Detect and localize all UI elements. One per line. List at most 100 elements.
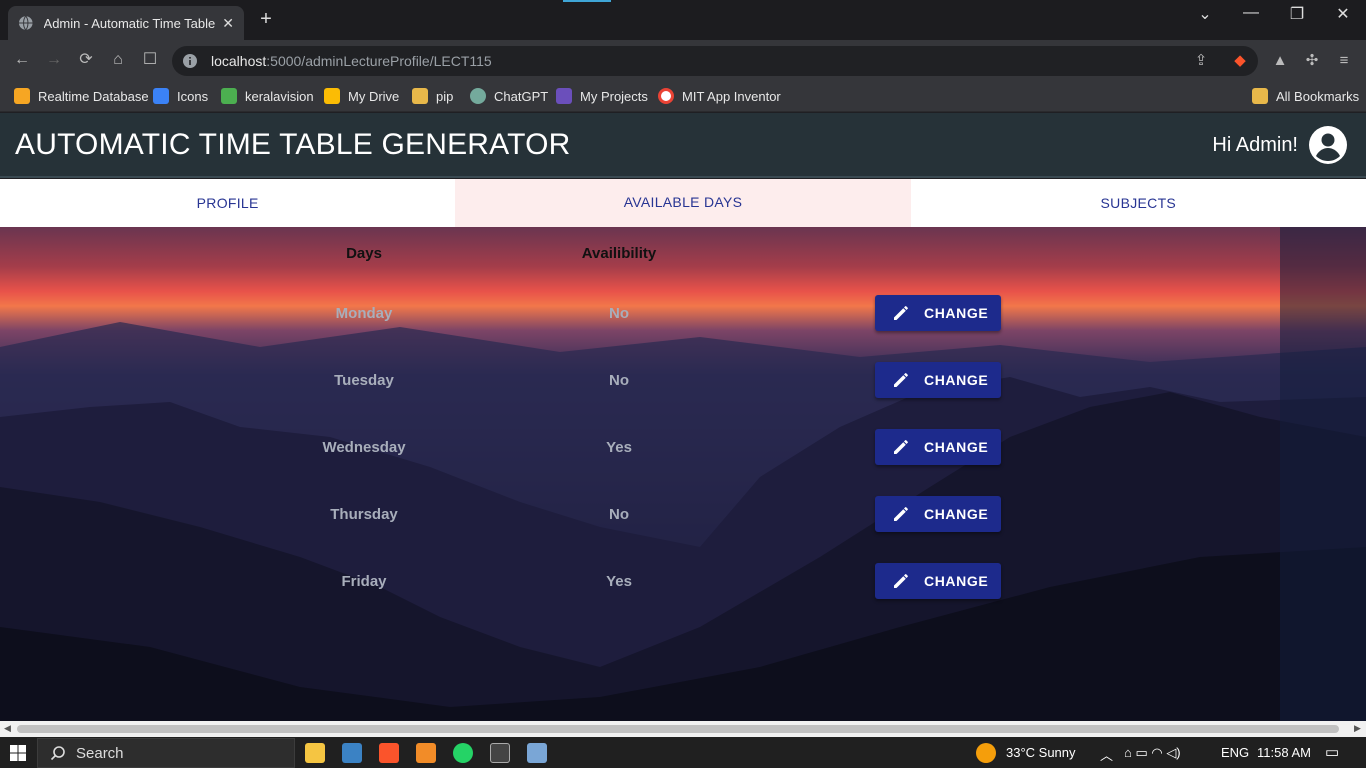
google-icon — [658, 88, 674, 104]
change-button[interactable]: CHANGE — [875, 563, 1001, 599]
header-availability: Availibility — [581, 245, 657, 262]
bookmark-item[interactable]: My Drive — [324, 87, 399, 105]
availability-cell: No — [609, 305, 629, 322]
tray-icons[interactable]: ⌂ ▭ ◠ ◁) — [1124, 745, 1181, 761]
edit-icon — [894, 507, 908, 521]
availability-panel: Days Availibility Monday No CHANGE Tuesd… — [0, 227, 1366, 721]
change-button[interactable]: CHANGE — [875, 496, 1001, 532]
bookmark-item[interactable]: pip — [412, 87, 453, 105]
app-title: AUTOMATIC TIME TABLE GENERATOR — [15, 128, 571, 161]
section-tabs: PROFILE AVAILABLE DAYS SUBJECTS — [0, 179, 1366, 227]
folder-icon — [1252, 88, 1268, 104]
close-window-icon[interactable]: ✕ — [1328, 4, 1358, 24]
back-icon[interactable]: ← — [11, 49, 33, 71]
edit-icon — [894, 306, 908, 320]
terminal-icon[interactable] — [490, 743, 510, 763]
clock[interactable]: 11:58 AM — [1257, 745, 1311, 760]
change-button[interactable]: CHANGE — [875, 362, 1001, 398]
new-tab-button[interactable]: + — [256, 8, 276, 31]
keralavision-icon — [221, 88, 237, 104]
globe-icon — [18, 15, 33, 31]
edit-icon — [894, 440, 908, 454]
forward-icon[interactable]: → — [43, 49, 65, 71]
notifications-icon[interactable]: ▭ — [1325, 743, 1339, 761]
firebase-icon — [14, 88, 30, 104]
change-button[interactable]: CHANGE — [875, 295, 1001, 331]
projects-icon — [556, 88, 572, 104]
url-host: localhost — [211, 53, 267, 69]
scroll-left-icon[interactable]: ◀ — [4, 723, 11, 734]
bookmarks-bar: Realtime Database Icons keralavision My … — [0, 80, 1366, 112]
horizontal-scrollbar[interactable]: ◀ ▶ — [0, 721, 1366, 737]
availability-cell: No — [609, 506, 629, 523]
taskbar: Search 33°C Sunny ︿ ⌂ ▭ ◠ ◁) ENG 11:58 A… — [0, 737, 1366, 768]
url-path: :5000/adminLectureProfile/LECT115 — [266, 53, 492, 69]
menu-icon[interactable]: ≡ — [1332, 49, 1356, 73]
bookmark-item[interactable]: Realtime Database — [14, 87, 149, 105]
change-button[interactable]: CHANGE — [875, 429, 1001, 465]
scroll-right-icon[interactable]: ▶ — [1354, 723, 1361, 734]
python-idle-icon[interactable] — [527, 743, 547, 763]
all-bookmarks[interactable]: All Bookmarks — [1252, 87, 1359, 105]
change-button-label: CHANGE — [924, 506, 989, 522]
brave-browser-icon[interactable] — [379, 743, 399, 763]
chatgpt-icon — [470, 88, 486, 104]
day-cell: Monday — [335, 305, 393, 322]
bookmark-item[interactable]: Icons — [153, 87, 208, 105]
mountains-background — [0, 322, 1366, 721]
home-icon[interactable]: ⌂ — [107, 49, 129, 71]
change-button-label: CHANGE — [924, 573, 989, 589]
browser-tab[interactable]: Admin - Automatic Time Table G ✕ — [8, 6, 244, 40]
folder-icon — [412, 88, 428, 104]
edit-icon — [894, 574, 908, 588]
brave-shield-icon[interactable]: ◆ — [1228, 49, 1252, 73]
reload-icon[interactable]: ⟳ — [75, 49, 97, 71]
taskbar-search[interactable]: Search — [37, 738, 295, 768]
scrollbar-thumb[interactable] — [17, 725, 1339, 733]
greeting-text: Hi Admin! — [1212, 134, 1298, 156]
url-text: localhost:5000/adminLectureProfile/LECT1… — [211, 53, 492, 69]
minimize-icon[interactable]: — — [1236, 4, 1266, 22]
tab-search-icon[interactable]: ⌄ — [1190, 4, 1220, 24]
tab-available-days[interactable]: AVAILABLE DAYS — [455, 179, 911, 227]
whatsapp-icon[interactable] — [453, 743, 473, 763]
bookmark-item[interactable]: keralavision — [221, 87, 314, 105]
bookmark-item[interactable]: MIT App Inventor — [658, 87, 781, 105]
bookmark-item[interactable]: My Projects — [556, 87, 648, 105]
weather-sun-icon[interactable] — [976, 743, 996, 763]
day-cell: Friday — [341, 573, 387, 590]
tab-profile[interactable]: PROFILE — [0, 179, 455, 227]
search-label: Search — [76, 744, 124, 762]
browser-tabstrip: Admin - Automatic Time Table G ✕ + ⌄ — ❐… — [0, 0, 1366, 40]
maximize-icon[interactable]: ❐ — [1282, 4, 1312, 24]
bookmark-item[interactable]: ChatGPT — [470, 87, 548, 105]
tab-subjects[interactable]: SUBJECTS — [911, 179, 1366, 227]
info-icon — [183, 54, 197, 68]
tab-title: Admin - Automatic Time Table G — [43, 15, 217, 31]
drive-icon — [324, 88, 340, 104]
change-button-label: CHANGE — [924, 372, 989, 388]
availability-cell: Yes — [606, 439, 632, 456]
account-icon[interactable] — [1308, 125, 1348, 165]
background-edge — [1280, 227, 1366, 721]
windows-start-icon[interactable] — [10, 745, 26, 761]
availability-cell: No — [609, 372, 629, 389]
change-button-label: CHANGE — [924, 439, 989, 455]
close-tab-icon[interactable]: ✕ — [222, 15, 234, 32]
share-icon[interactable]: ⇪ — [1189, 49, 1213, 73]
day-cell: Wednesday — [322, 439, 406, 456]
file-explorer-icon[interactable] — [305, 743, 325, 763]
weather-text[interactable]: 33°C Sunny — [1006, 745, 1076, 760]
search-icon — [50, 746, 65, 761]
keyboard-app-icon[interactable] — [342, 743, 362, 763]
extensions-icon[interactable]: ✣ — [1300, 49, 1324, 73]
address-bar[interactable]: localhost:5000/adminLectureProfile/LECT1… — [172, 46, 1258, 76]
rewards-icon[interactable]: ▲ — [1268, 49, 1292, 73]
sublime-text-icon[interactable] — [416, 743, 436, 763]
bookmark-icon[interactable]: ☐ — [139, 49, 161, 71]
app-header: AUTOMATIC TIME TABLE GENERATOR Hi Admin! — [0, 113, 1366, 178]
edit-icon — [894, 373, 908, 387]
tray-overflow-icon[interactable]: ︿ — [1100, 745, 1113, 764]
window-accent-line — [563, 0, 611, 2]
language-indicator[interactable]: ENG — [1221, 745, 1249, 760]
